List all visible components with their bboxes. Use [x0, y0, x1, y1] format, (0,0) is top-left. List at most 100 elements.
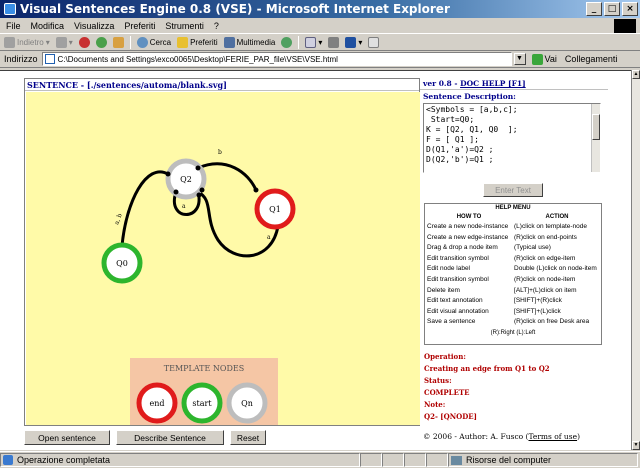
edge-label: a [182, 203, 186, 210]
sentence-panel: SENTENCE - [./sentences/automa/blank.svg… [24, 78, 420, 426]
toolbar-separator [298, 35, 300, 49]
refresh-button[interactable] [95, 36, 107, 48]
edge-endpoint[interactable] [196, 192, 202, 198]
help-row: Edit visual annotation [SHIFT]+(L)click [427, 307, 561, 315]
zone-indicator: Risorse del computer [448, 453, 638, 467]
operation-value: Creating an edge from Q1 to Q2 [424, 364, 550, 373]
template-label: end [149, 399, 164, 408]
help-legend: (R):Right (L):Left [490, 329, 536, 336]
links-toolbar[interactable]: Collegamenti [565, 54, 618, 64]
author-footer: © 2006 - Author: A. Fusco (Terms of use) [423, 432, 580, 441]
edge-endpoint[interactable] [195, 165, 201, 171]
menu-preferiti[interactable]: Preferiti [124, 21, 155, 31]
edit-button[interactable]: ▾ [345, 36, 362, 48]
edge-endpoint[interactable] [173, 189, 179, 195]
menu-visualizza[interactable]: Visualizza [74, 21, 114, 31]
terms-of-use-link[interactable]: Terms of use [528, 432, 577, 441]
help-menu-title: HELP MENU [495, 205, 531, 211]
help-row: Create a new node-instance (L)click on te… [427, 223, 587, 230]
open-sentence-button[interactable]: Open sentence [24, 430, 110, 445]
template-label: start [192, 399, 212, 408]
discuss-icon [368, 36, 380, 48]
help-col-howto: HOW TO [456, 214, 482, 220]
help-col-action: ACTION [545, 214, 569, 220]
window-title: Visual Sentences Engine 0.8 (VSE) - Micr… [20, 2, 450, 16]
describe-sentence-button[interactable]: Describe Sentence [116, 430, 224, 445]
status-cell [360, 453, 382, 467]
help-row: Edit text annotation [SHIFT]+(R)click [427, 297, 562, 305]
forward-button[interactable]: ▾ [55, 36, 73, 48]
home-button[interactable] [112, 36, 124, 48]
address-dropdown-button[interactable]: ▼ [513, 53, 526, 65]
print-button[interactable] [328, 36, 340, 48]
status-message: Operazione completata [0, 453, 360, 467]
address-input[interactable]: C:\Documents and Settings\exco0065\Deskt… [41, 52, 512, 66]
menu-bar: File Modifica Visualizza Preferiti Strum… [0, 18, 640, 34]
maximize-button[interactable]: □ [604, 2, 620, 16]
close-button[interactable]: × [622, 2, 638, 16]
status-cell [382, 453, 404, 467]
go-arrow-icon [531, 53, 543, 65]
sentence-canvas[interactable]: Q0 Q1 Q2 a, b b a a TEMPLATE NODES end s… [26, 92, 420, 425]
minimize-button[interactable]: _ [586, 2, 602, 16]
sentence-description-textarea[interactable]: <Symbols = [a,b,c]; Start=Q0; K = [Q2, Q… [423, 103, 601, 173]
help-row: Edit transition symbol (R)click on edge-i… [427, 254, 576, 262]
edge-endpoint[interactable] [199, 187, 205, 193]
scroll-up-button[interactable]: ▲ [632, 70, 640, 79]
help-row: Edit node label Double (L)click on node-i… [427, 265, 597, 273]
ie-icon [4, 3, 16, 15]
sentence-header: SENTENCE - [./sentences/automa/blank.svg… [25, 79, 419, 91]
search-icon [136, 36, 148, 48]
textarea-scrollbar[interactable] [591, 104, 600, 172]
help-row: Drag & drop a node item (Typical use) [427, 244, 551, 252]
page-scrollbar[interactable]: ▲ ▼ [631, 70, 640, 450]
edge-endpoint[interactable] [165, 171, 171, 177]
node-label: Q1 [269, 205, 281, 214]
stop-icon [78, 36, 90, 48]
edge-q0-q2[interactable] [120, 170, 169, 247]
print-icon [328, 36, 340, 48]
home-icon [112, 36, 124, 48]
page-done-icon [3, 455, 13, 465]
scroll-thumb[interactable] [592, 114, 600, 140]
stop-button[interactable] [78, 36, 90, 48]
menu-file[interactable]: File [6, 21, 21, 31]
note-label: Note: [424, 400, 446, 409]
edge-label: a, b [113, 213, 123, 226]
status-cell [426, 453, 448, 467]
template-nodes: end start Qn [136, 382, 268, 424]
windows-logo [614, 19, 636, 33]
status-bar: Operazione completata Risorse del comput… [0, 451, 640, 468]
enter-text-button[interactable]: Enter Text [483, 183, 543, 197]
scroll-down-button[interactable]: ▼ [632, 441, 640, 450]
back-button[interactable]: Indietro ▾ [4, 36, 50, 48]
sentence-description-text: <Symbols = [a,b,c]; Start=Q0; K = [Q2, Q… [426, 105, 518, 164]
title-bar: Visual Sentences Engine 0.8 (VSE) - Micr… [0, 0, 640, 18]
edit-icon [345, 36, 357, 48]
menu-strumenti[interactable]: Strumenti [165, 21, 204, 31]
version-header: ver 0.8 - DOC HELP [F1] [420, 78, 608, 90]
status-value: COMPLETE [424, 388, 470, 397]
reset-button[interactable]: Reset [230, 430, 266, 445]
doc-help-link[interactable]: DOC HELP [F1] [460, 79, 526, 88]
edge-label: a [267, 234, 271, 241]
multimedia-button[interactable]: Multimedia [223, 36, 275, 48]
menu-modifica[interactable]: Modifica [31, 21, 65, 31]
go-button[interactable]: Vai [531, 53, 557, 65]
menu-help[interactable]: ? [214, 21, 219, 31]
forward-arrow-icon [55, 36, 67, 48]
history-button[interactable] [281, 36, 293, 48]
favorites-button[interactable]: Preferiti [177, 36, 218, 48]
edge-q2-q1[interactable] [197, 162, 258, 191]
favorites-star-icon [177, 36, 189, 48]
help-menu: HELP MENU HOW TO ACTION Create a new nod… [424, 203, 602, 345]
refresh-icon [95, 36, 107, 48]
edge-endpoint[interactable] [253, 187, 259, 193]
address-label: Indirizzo [4, 54, 38, 64]
search-button[interactable]: Cerca [136, 36, 171, 48]
help-menu-columns: HOW TO ACTION [425, 213, 601, 222]
discuss-button[interactable] [368, 36, 380, 48]
operation-label: Operation: [424, 352, 466, 361]
mail-button[interactable]: ▾ [305, 36, 322, 48]
toolbar-separator [129, 35, 131, 49]
